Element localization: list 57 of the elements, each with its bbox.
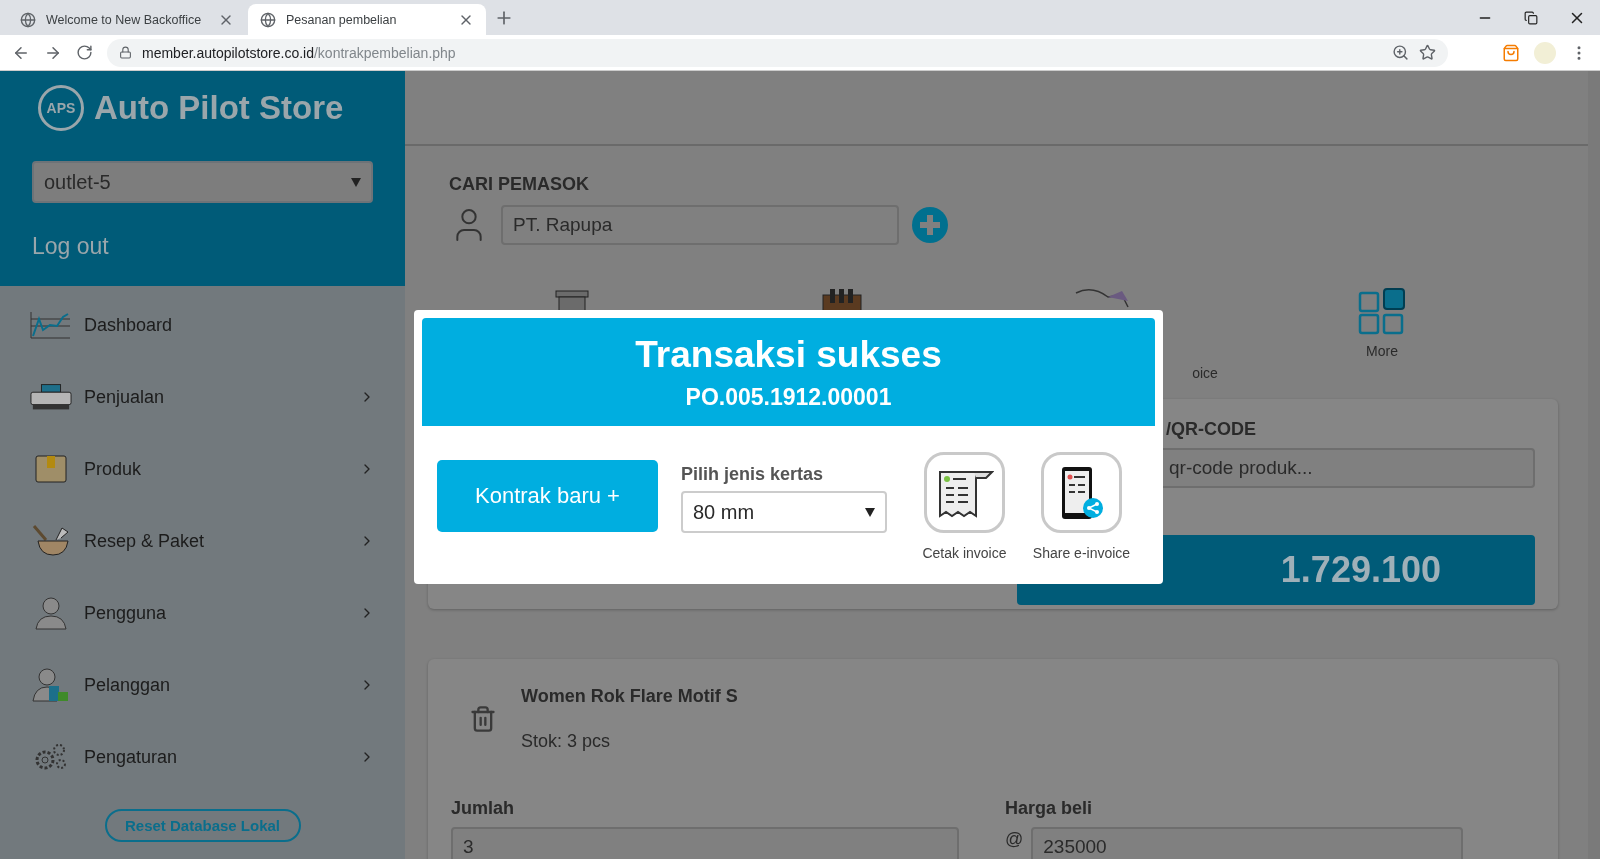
mortar-icon: [32, 524, 70, 558]
dropdown-caret-icon: [865, 507, 875, 517]
sidebar-item[interactable]: Pengaturan: [84, 746, 347, 768]
customer-icon: [32, 668, 70, 702]
paper-label: Pilih jenis kertas: [681, 464, 825, 485]
order-number: PO.005.1912.00001: [685, 383, 892, 411]
globe-icon: [260, 11, 276, 28]
url-text: member.autopilotstore.co.id/kontrakpembelian.php: [142, 44, 457, 61]
print-invoice-button[interactable]: [924, 452, 1005, 533]
product-name: Women Rok Flare Motif S: [521, 686, 738, 707]
logo: APS: [38, 85, 84, 131]
logout-link[interactable]: Log out: [32, 233, 373, 260]
grid-icon: [1358, 287, 1406, 335]
at-sign: @: [1005, 828, 1024, 848]
paper-select[interactable]: 80 mm: [681, 491, 887, 533]
sidebar-item[interactable]: Resep & Paket: [84, 530, 347, 552]
sidebar-item[interactable]: Produk: [84, 458, 347, 480]
sidebar-item[interactable]: Pelanggan: [84, 674, 347, 696]
user-icon: [34, 596, 68, 630]
outlet-select[interactable]: outlet-5: [32, 161, 373, 203]
trash-icon[interactable]: [469, 705, 497, 733]
section-heading: CARI PEMASOK: [449, 174, 590, 195]
share-invoice-button[interactable]: [1041, 452, 1122, 533]
quantity-field[interactable]: 3: [451, 827, 959, 859]
zoom-icon[interactable]: [1392, 44, 1409, 61]
feature-label[interactable]: oice: [1192, 365, 1218, 381]
price-field[interactable]: 235000: [1031, 827, 1464, 859]
box-icon: [35, 455, 67, 483]
browser-tab[interactable]: Welcome to New Backoffice: [8, 4, 246, 35]
star-icon[interactable]: [1419, 44, 1436, 61]
field-label: Jumlah: [451, 798, 516, 819]
supplier-field[interactable]: PT. Rapupa: [501, 205, 899, 245]
shopping-bag-icon[interactable]: [1502, 43, 1520, 62]
section-heading: /QR-CODE: [1165, 419, 1257, 440]
lock-icon: [119, 46, 132, 59]
line-chart-icon: [30, 311, 72, 339]
dropdown-caret-icon: [351, 177, 361, 187]
sidebar-item[interactable]: Dashboard: [84, 314, 375, 336]
new-contract-button[interactable]: Kontrak baru +: [437, 460, 658, 532]
phone-share-icon: [1059, 464, 1104, 521]
browser-tab[interactable]: Pesanan pembelian: [248, 4, 486, 35]
feature-label[interactable]: More: [1366, 343, 1398, 359]
gears-icon: [34, 742, 68, 772]
reload-icon[interactable]: [76, 44, 93, 61]
action-label: Share e-invoice: [1032, 545, 1131, 561]
globe-icon: [20, 11, 36, 28]
stock-text: Stok: 3 pcs: [521, 731, 612, 752]
restore-icon[interactable]: [1524, 10, 1538, 25]
brand-name: Auto Pilot Store: [94, 89, 344, 127]
total-amount: 1.729.100: [1280, 549, 1441, 591]
sidebar-item[interactable]: Pengguna: [84, 602, 347, 624]
dialog-title: Transaksi sukses: [635, 333, 942, 376]
cash-register-icon: [30, 383, 72, 411]
sidebar-item[interactable]: Penjualan: [84, 386, 347, 408]
action-label: Cetak invoice: [922, 545, 1007, 561]
field-label: Harga beli: [1005, 798, 1094, 819]
address-bar[interactable]: member.autopilotstore.co.id/kontrakpembelian.php: [107, 38, 1448, 67]
